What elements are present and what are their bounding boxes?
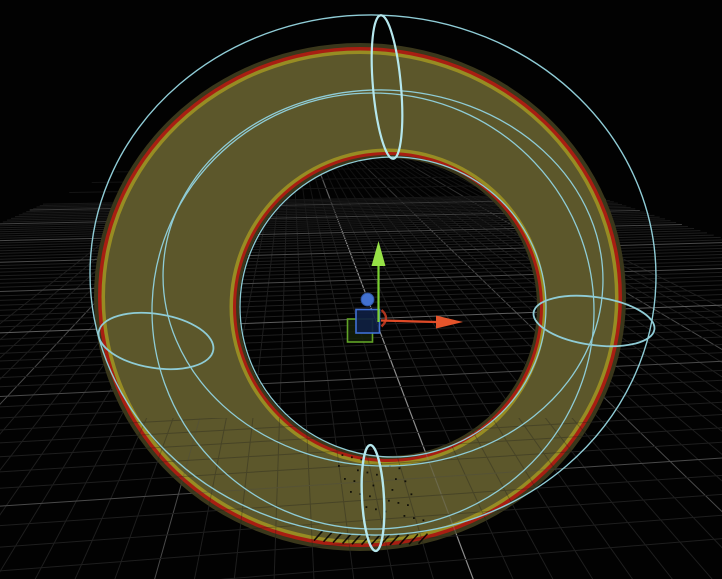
gizmo-z-axis-handle[interactable] — [361, 293, 374, 306]
gizmo-x-axis-line[interactable] — [381, 321, 436, 323]
zfight-dot — [344, 478, 346, 480]
zfight-dot — [338, 465, 340, 467]
zfight-dot — [369, 495, 371, 497]
gizmo-plane-xy[interactable] — [356, 310, 380, 334]
zfight-dot — [395, 478, 397, 480]
zfight-dot — [367, 472, 369, 474]
zfight-dot — [342, 454, 344, 456]
zfight-dot — [357, 469, 359, 471]
zfight-dot — [423, 519, 425, 521]
zfight-dot — [351, 456, 353, 458]
zfight-dot — [388, 500, 390, 502]
zfight-dot — [407, 504, 409, 506]
zfight-dot — [404, 515, 406, 517]
zfight-dot — [375, 508, 377, 510]
zfight-dot — [366, 506, 368, 508]
zfight-dot — [405, 480, 407, 482]
zfight-dot — [350, 491, 352, 493]
zfight-dot — [354, 480, 356, 482]
zfight-dot — [413, 517, 415, 519]
zfight-dot — [399, 467, 401, 469]
zfight-dot — [376, 474, 378, 476]
viewport-canvas[interactable] — [0, 0, 722, 579]
viewport-3d[interactable] — [0, 0, 722, 579]
zfight-dot — [392, 489, 394, 491]
zfight-dot — [361, 459, 363, 461]
zfight-dot — [411, 493, 413, 495]
zfight-dot — [398, 502, 400, 504]
zfight-dot — [373, 485, 375, 487]
